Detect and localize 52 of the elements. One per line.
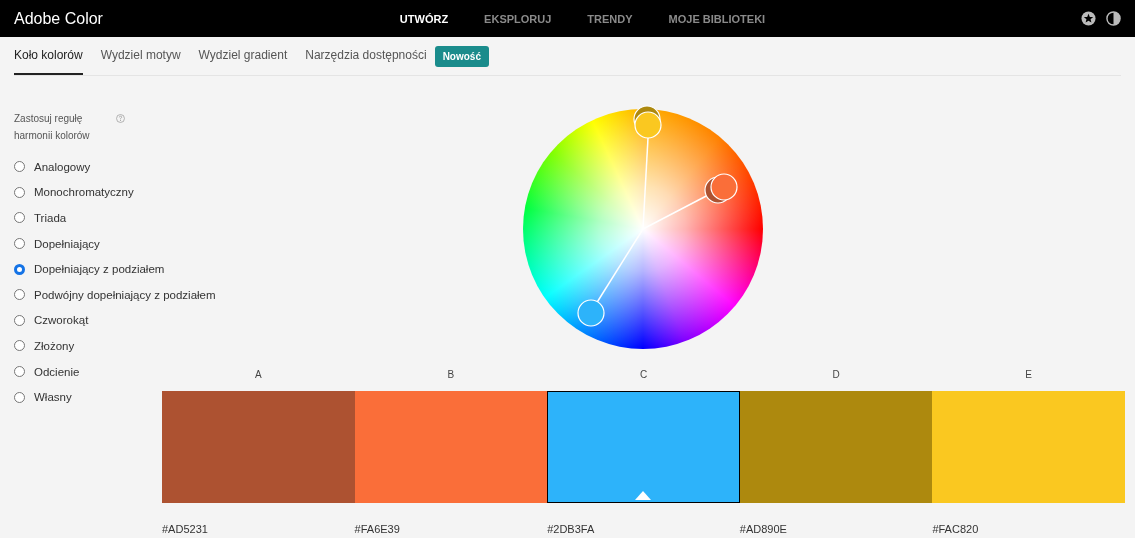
radio-button[interactable] <box>14 314 25 326</box>
swatch-letter: C <box>638 369 649 382</box>
new-badge: Nowość <box>434 45 489 67</box>
swatch-letter: D <box>831 369 841 382</box>
triangle-icon <box>635 491 652 500</box>
nav-link[interactable]: MOJE BIBLIOTEKI <box>668 12 766 25</box>
radio-button[interactable] <box>14 340 25 352</box>
tab[interactable]: Wydziel motyw <box>100 37 181 75</box>
harmony-option[interactable]: Podwójny dopełniający z podziałem <box>14 281 216 308</box>
tab[interactable]: Narzędzia dostępności <box>305 37 427 75</box>
swatch-letter: B <box>446 369 456 382</box>
radio-button[interactable] <box>14 366 25 378</box>
nav-link[interactable]: EKSPLORUJ <box>484 12 552 25</box>
color-swatch[interactable] <box>547 391 740 503</box>
radio-button[interactable] <box>14 391 25 403</box>
color-swatch[interactable] <box>739 391 933 503</box>
radio-button[interactable] <box>14 186 25 198</box>
app-title: Adobe Color <box>14 9 103 28</box>
color-handle-pair[interactable] <box>632 105 662 139</box>
radio-button[interactable] <box>14 289 25 301</box>
hex-code: #AD5231 <box>162 523 209 535</box>
hex-code: #FAC820 <box>932 523 980 535</box>
swatch-letter: A <box>253 369 263 382</box>
nav-link[interactable]: UTWÓRZ <box>399 12 449 25</box>
harmony-option[interactable]: Analogowy <box>14 154 91 180</box>
tab[interactable]: Koło kolorów <box>14 37 83 75</box>
color-swatch[interactable] <box>162 391 355 503</box>
star-icon[interactable] <box>1081 11 1096 26</box>
color-swatch[interactable] <box>932 391 1125 503</box>
color-handle[interactable] <box>576 299 605 327</box>
harmony-option[interactable]: Dopełniający <box>14 230 100 257</box>
radio-button[interactable] <box>14 161 25 173</box>
harmony-option[interactable]: Triada <box>14 205 67 231</box>
color-swatch[interactable] <box>354 391 548 503</box>
hex-code: #2DB3FA <box>547 523 596 535</box>
harmony-option[interactable]: Dopełniający z podziałem <box>14 256 165 282</box>
harmony-option[interactable]: Monochromatyczny <box>14 179 134 206</box>
color-handle-pair[interactable] <box>703 173 738 204</box>
tab[interactable]: Wydziel gradient <box>198 37 288 75</box>
harmony-label: Zastosuj regułę harmonii kolorów <box>14 112 91 143</box>
harmony-option[interactable]: Złożony <box>14 333 75 359</box>
swatch-letter: E <box>1024 369 1034 382</box>
harmony-option[interactable]: Własny <box>14 384 72 410</box>
hex-code: #AD890E <box>739 523 788 535</box>
radio-button[interactable] <box>14 238 25 250</box>
harmony-option[interactable]: Czworokąt <box>14 307 89 334</box>
hex-code: #FA6E39 <box>354 523 401 535</box>
radio-button[interactable] <box>14 263 25 275</box>
nav-link[interactable]: TRENDY <box>587 12 633 25</box>
contrast-icon[interactable] <box>1106 11 1121 26</box>
radio-button[interactable] <box>14 212 25 224</box>
harmony-option[interactable]: Odcienie <box>14 358 80 385</box>
